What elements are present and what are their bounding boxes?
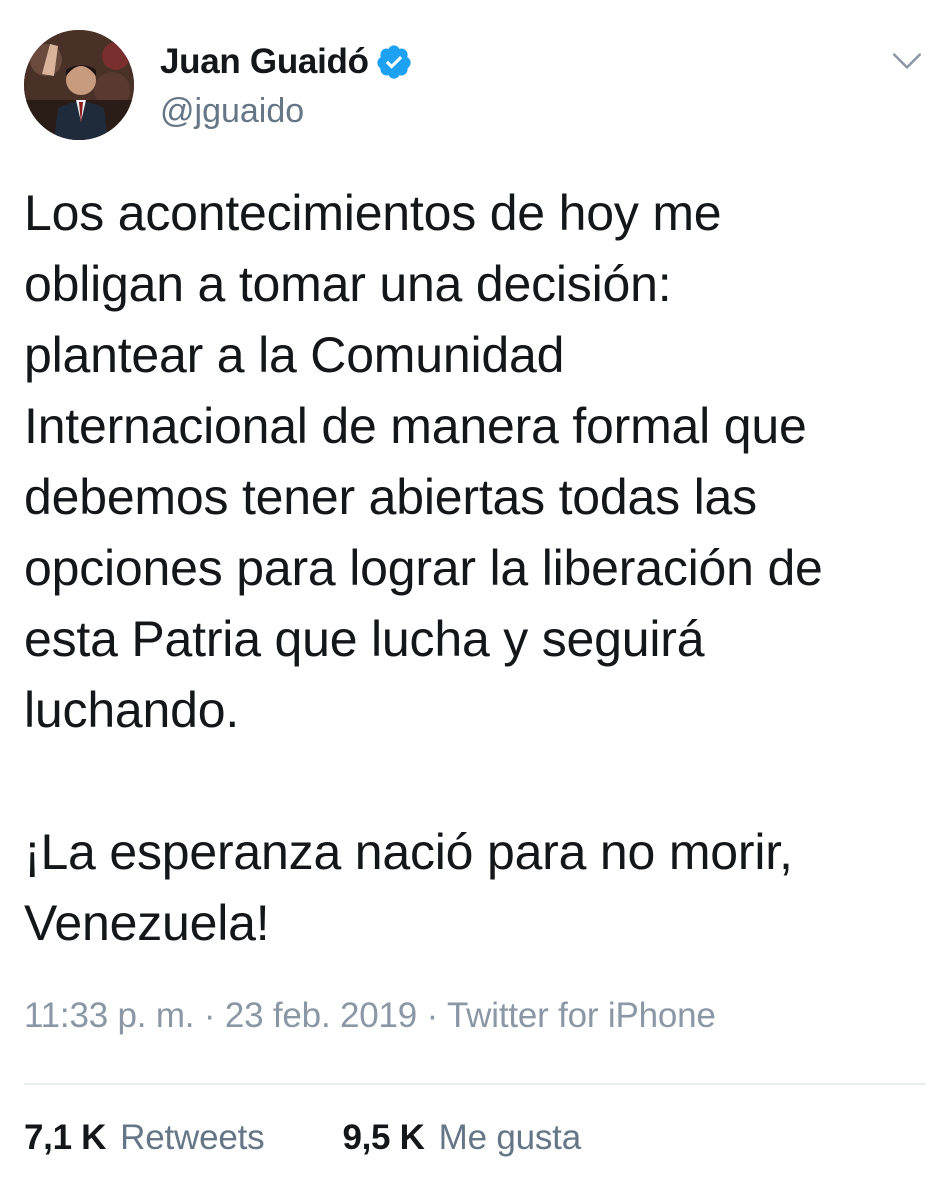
display-name[interactable]: Juan Guaidó xyxy=(160,42,369,82)
avatar-photo xyxy=(24,30,134,140)
author-block[interactable]: Juan Guaidó @jguaido xyxy=(160,38,413,131)
retweets-count: 7,1 K xyxy=(24,1118,107,1157)
chevron-down-icon[interactable] xyxy=(890,44,924,78)
display-name-row: Juan Guaidó xyxy=(160,38,413,86)
retweets-stat[interactable]: 7,1 K Retweets xyxy=(24,1118,265,1158)
likes-stat[interactable]: 9,5 K Me gusta xyxy=(342,1118,581,1158)
tweet-paragraph: ¡La esperanza nació para no morir, Venez… xyxy=(24,824,793,951)
retweets-label: Retweets xyxy=(120,1118,265,1157)
tweet-card: Juan Guaidó @jguaido Los acontecimientos… xyxy=(0,0,949,1200)
handle[interactable]: @jguaido xyxy=(160,92,413,131)
tweet-meta: 11:33 p. m. · 23 feb. 2019 · Twitter for… xyxy=(24,996,716,1036)
likes-count: 9,5 K xyxy=(342,1118,425,1157)
likes-label: Me gusta xyxy=(438,1118,582,1157)
tweet-text: Los acontecimientos de hoy me obligan a … xyxy=(24,178,924,959)
tweet-header: Juan Guaidó @jguaido xyxy=(24,30,924,142)
verified-badge-icon xyxy=(377,45,411,79)
avatar[interactable] xyxy=(24,30,134,140)
tweet-paragraph: Los acontecimientos de hoy me obligan a … xyxy=(24,185,823,738)
tweet-stats: 7,1 K Retweets 9,5 K Me gusta xyxy=(24,1118,581,1158)
divider xyxy=(24,1083,925,1085)
tweet-source[interactable]: Twitter for iPhone xyxy=(447,996,716,1035)
tweet-date[interactable]: 23 feb. 2019 xyxy=(225,996,417,1035)
meta-separator: · xyxy=(417,996,447,1035)
tweet-time[interactable]: 11:33 p. m. xyxy=(24,996,195,1035)
meta-separator: · xyxy=(194,996,225,1035)
